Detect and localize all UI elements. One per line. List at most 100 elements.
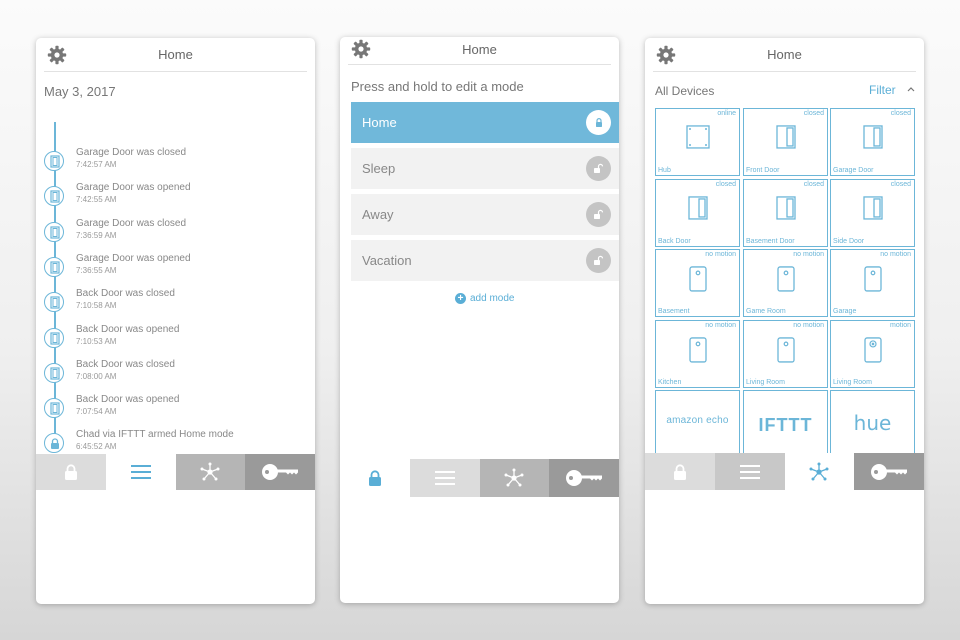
network-icon <box>200 462 220 481</box>
event-text: Back Door was opened <box>76 323 180 335</box>
motion-sensor-icon <box>776 336 795 363</box>
device-status: closed <box>890 180 911 188</box>
tab-security[interactable] <box>36 454 106 490</box>
devices-screen: Home All Devices Filter online Hub closed F… <box>645 38 924 604</box>
tab-devices[interactable] <box>784 453 855 490</box>
event-icon-badge <box>44 292 64 313</box>
device-tile[interactable]: closed Basement Door <box>743 178 828 247</box>
tab-access[interactable] <box>549 459 619 497</box>
event-text: Garage Door was opened <box>76 252 191 264</box>
hue-logo: hue <box>853 411 892 435</box>
door-icon <box>50 190 60 203</box>
add-mode-label: add mode <box>470 293 515 304</box>
mode-vacation[interactable]: Vacation <box>351 240 619 281</box>
device-name: Front Door <box>746 167 780 174</box>
list-icon <box>434 471 455 485</box>
tab-devices[interactable] <box>175 454 246 490</box>
device-name: Garage Door <box>833 167 874 174</box>
device-tile[interactable]: no motion Basement <box>655 249 740 317</box>
network-icon <box>504 468 524 487</box>
device-icon-wrap <box>774 266 798 297</box>
device-tile[interactable]: closed Back Door <box>655 178 740 247</box>
device-tile[interactable]: no motion Garage <box>830 249 915 317</box>
unlock-icon <box>594 255 604 265</box>
tab-bar <box>36 454 315 490</box>
device-tile[interactable]: no motion Game Room <box>743 249 828 317</box>
event-icon-badge <box>44 362 64 383</box>
door-sensor-icon <box>775 125 796 149</box>
device-icon-wrap <box>774 336 798 367</box>
event-text: Chad via IFTTT armed Home mode <box>76 429 234 441</box>
modes-screen: Home Press and hold to edit a mode Home S… <box>340 37 619 603</box>
motion-sensor-icon <box>863 266 882 292</box>
motion-sensor-icon <box>863 336 882 363</box>
device-tile[interactable]: closed Garage Door <box>830 108 915 176</box>
tab-activity[interactable] <box>409 459 480 497</box>
mode-lock-button[interactable] <box>586 156 611 181</box>
amazon-echo-logo: amazon echo <box>666 415 729 426</box>
event-time: 6:45:52 AM <box>76 442 117 452</box>
device-tile[interactable]: no motion Living Room <box>743 319 828 388</box>
tab-activity[interactable] <box>105 454 176 490</box>
event-icon-badge <box>44 398 64 419</box>
device-icon-wrap <box>686 195 710 226</box>
tab-access[interactable] <box>245 454 315 490</box>
event-text: Back Door was closed <box>76 358 175 370</box>
device-status: no motion <box>705 251 736 258</box>
event-text: Back Door was closed <box>76 288 175 300</box>
tab-devices[interactable] <box>479 459 550 497</box>
tab-security[interactable] <box>645 453 715 490</box>
door-sensor-icon <box>862 195 883 220</box>
lock-icon <box>673 463 686 480</box>
chevron-up-icon <box>907 87 915 92</box>
door-icon <box>50 155 60 168</box>
plus-icon: + <box>455 293 466 304</box>
door-sensor-icon <box>687 195 708 220</box>
mode-home[interactable]: Home <box>351 102 619 143</box>
lock-icon <box>368 470 381 486</box>
device-tile[interactable]: closed Side Door <box>830 178 915 247</box>
event-text: Garage Door was closed <box>76 217 187 229</box>
tab-access[interactable] <box>854 453 924 490</box>
motion-sensor-icon <box>776 266 795 292</box>
device-tile[interactable]: motion Living Room <box>830 319 915 388</box>
device-status: no motion <box>880 251 911 258</box>
filter-button[interactable]: Filter <box>869 83 915 97</box>
device-tile[interactable]: closed Front Door <box>743 108 828 176</box>
event-time: 7:36:59 AM <box>76 230 117 240</box>
tab-security[interactable] <box>340 459 410 497</box>
integration-tile[interactable]: hue <box>830 390 915 453</box>
integration-tile[interactable]: amazon echo <box>655 390 740 453</box>
header: Home <box>645 38 924 72</box>
device-status: closed <box>803 180 824 188</box>
page-title: Home <box>158 47 193 62</box>
lock-icon <box>51 438 59 450</box>
event-item: Garage Door was closed 7:36:59 AM <box>44 218 304 252</box>
mode-lock-button[interactable] <box>586 110 611 135</box>
mode-label: Vacation <box>362 253 412 268</box>
mode-away[interactable]: Away <box>351 194 619 235</box>
mode-lock-button[interactable] <box>586 248 611 273</box>
event-item: Back Door was closed 7:08:00 AM <box>44 359 304 393</box>
door-icon <box>50 331 60 345</box>
mode-lock-button[interactable] <box>586 202 611 227</box>
integration-tile[interactable]: IFTTT <box>743 390 828 453</box>
event-item: Back Door was closed 7:10:58 AM <box>44 288 304 322</box>
device-tile[interactable]: online Hub <box>655 108 740 176</box>
lock-icon <box>595 118 602 127</box>
device-icon-wrap <box>774 195 798 226</box>
device-name: Back Door <box>658 237 691 245</box>
tab-activity[interactable] <box>714 453 785 490</box>
device-tile[interactable]: no motion Kitchen <box>655 319 740 388</box>
add-mode-button[interactable]: + add mode <box>455 293 514 304</box>
door-icon <box>50 261 60 274</box>
device-icon-wrap <box>774 125 798 156</box>
event-text: Back Door was opened <box>76 394 180 406</box>
event-item: Back Door was opened 7:07:54 AM <box>44 394 304 428</box>
all-devices-heading: All Devices <box>655 84 715 98</box>
event-icon-badge <box>44 151 64 171</box>
device-status: online <box>717 110 736 117</box>
mode-sleep[interactable]: Sleep <box>351 148 619 189</box>
device-name: Side Door <box>833 237 865 245</box>
event-time: 7:36:55 AM <box>76 265 117 275</box>
